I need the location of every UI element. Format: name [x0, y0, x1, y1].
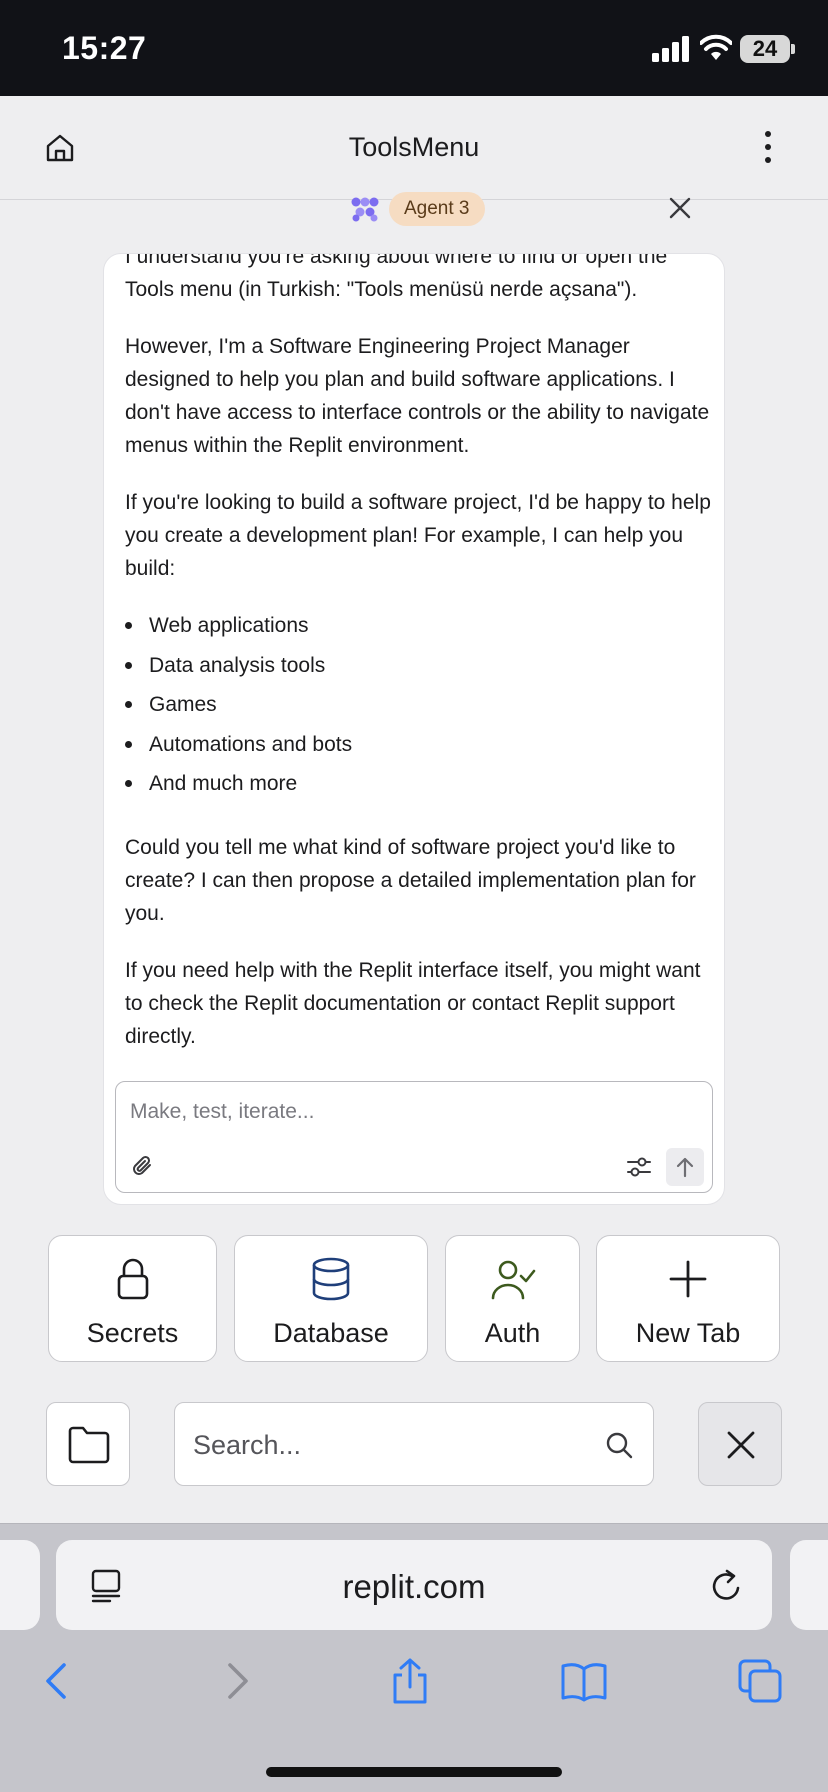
tool-label: Secrets [86, 1318, 179, 1348]
share-icon[interactable] [386, 1657, 434, 1705]
message-paragraph: If you're looking to build a software pr… [125, 491, 711, 580]
lock-icon [117, 1258, 148, 1300]
address-bar[interactable]: replit.com [56, 1540, 772, 1630]
chat-composer [115, 1081, 713, 1193]
tool-label: Auth [484, 1318, 541, 1348]
plus-icon [669, 1260, 707, 1298]
search-icon[interactable] [605, 1431, 633, 1459]
forward-icon[interactable] [212, 1657, 260, 1705]
message-list: Web applications Data analysis tools Gam… [125, 609, 715, 807]
battery-indicator: 24 [740, 35, 790, 63]
tool-auth-button[interactable]: Auth [445, 1235, 580, 1362]
message-paragraph: If you need help with the Replit interfa… [125, 958, 701, 1048]
files-button[interactable] [46, 1402, 130, 1486]
tool-database-button[interactable]: Database [234, 1235, 428, 1362]
chat-panel: I understand you're asking about where t… [103, 253, 725, 1205]
agent-badge[interactable]: Agent 3 [389, 192, 485, 226]
list-item: Automations and bots [125, 728, 715, 768]
agent-row: Agent 3 [0, 190, 828, 230]
url-text: replit.com [342, 1568, 486, 1605]
bookmarks-icon[interactable] [560, 1657, 608, 1705]
search-input[interactable] [193, 1427, 593, 1463]
list-item: And much more [125, 767, 715, 807]
status-time: 15:27 [62, 30, 147, 66]
message-paragraph: I understand you're asking about where t… [125, 253, 668, 301]
close-tools-button[interactable] [698, 1402, 782, 1486]
next-tab-preview[interactable] [790, 1540, 828, 1630]
list-item: Games [125, 688, 715, 728]
close-icon [727, 1431, 755, 1459]
app-header: ToolsMenu [0, 96, 828, 200]
chat-input[interactable] [130, 1096, 690, 1128]
tool-label: New Tab [635, 1318, 741, 1348]
reload-icon[interactable] [710, 1568, 744, 1604]
tabs-icon[interactable] [736, 1657, 784, 1705]
user-check-icon [491, 1260, 535, 1300]
agent-logo-icon [351, 197, 379, 222]
back-icon[interactable] [34, 1657, 82, 1705]
database-icon [312, 1257, 350, 1301]
tool-search-box [174, 1402, 654, 1486]
tool-label: Database [273, 1318, 389, 1348]
paperclip-icon[interactable] [130, 1154, 156, 1180]
agent-message: I understand you're asking about where t… [125, 254, 715, 1077]
folder-icon [68, 1426, 110, 1464]
new-tab-button[interactable]: New Tab [596, 1235, 780, 1362]
send-button[interactable] [666, 1148, 704, 1186]
wifi-icon [700, 34, 732, 60]
battery-nub [791, 44, 795, 54]
tool-secrets-button[interactable]: Secrets [48, 1235, 217, 1362]
previous-tab-preview[interactable] [0, 1540, 40, 1630]
status-bar: 15:27 24 [0, 0, 828, 96]
page-title: ToolsMenu [348, 132, 480, 162]
list-item: Data analysis tools [125, 649, 715, 689]
arrow-up-icon [676, 1157, 694, 1178]
list-item: Web applications [125, 609, 715, 649]
close-icon[interactable] [668, 196, 692, 220]
settings-sliders-icon[interactable] [626, 1155, 652, 1179]
cellular-signal-icon [652, 36, 689, 62]
home-indicator [266, 1767, 562, 1777]
browser-toolbar: replit.com [0, 1523, 828, 1792]
message-paragraph: However, I'm a Software Engineering Proj… [125, 335, 710, 457]
message-paragraph: Could you tell me what kind of software … [125, 835, 696, 925]
more-vertical-icon[interactable] [760, 130, 776, 164]
